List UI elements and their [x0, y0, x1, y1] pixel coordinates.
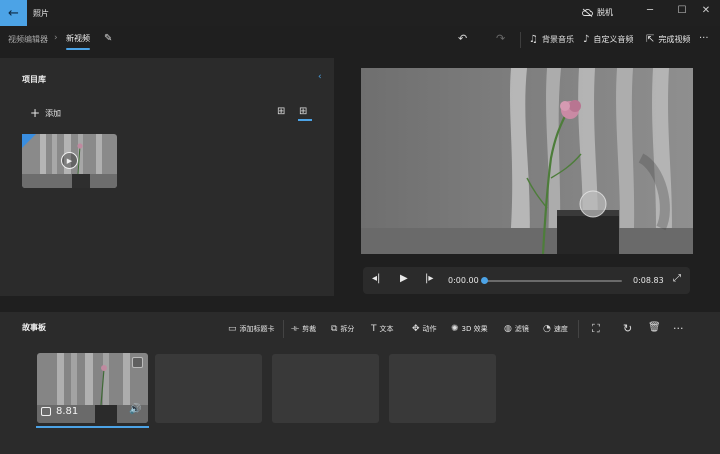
- split-button[interactable]: ⧉ 拆分: [331, 324, 354, 334]
- filters-icon: ◍: [504, 324, 512, 334]
- add-title-card-label: 添加标题卡: [239, 325, 275, 333]
- trim-label: 剪裁: [302, 325, 317, 333]
- arrow-left-icon: ←: [8, 5, 19, 21]
- speed-icon: ◔: [543, 324, 551, 334]
- trim-icon: ⟛: [291, 324, 300, 334]
- plus-icon: +: [30, 106, 41, 120]
- redo-icon[interactable]: ↷: [496, 32, 505, 45]
- text-button[interactable]: T 文本: [371, 324, 394, 334]
- motion-button[interactable]: ✥ 动作: [412, 324, 437, 334]
- minimize-button[interactable]: ─: [634, 0, 666, 20]
- custom-audio-label: 自定义音频: [593, 35, 634, 44]
- speed-label: 速度: [553, 325, 568, 333]
- previous-frame-icon[interactable]: ◂|: [372, 273, 380, 284]
- text-label: 文本: [379, 325, 394, 333]
- motion-icon: ✥: [412, 324, 420, 334]
- title-card-icon: ▭: [228, 324, 237, 334]
- finish-video-button[interactable]: ⇱ 完成视频: [646, 34, 690, 45]
- 3d-effects-button[interactable]: ✺ 3D 效果: [451, 324, 488, 334]
- custom-audio-button[interactable]: ♪ 自定义音频: [583, 34, 633, 45]
- resize-icon[interactable]: ⛶: [592, 322, 600, 336]
- large-grid-view-icon[interactable]: ⊞: [299, 106, 307, 117]
- export-icon: ⇱: [646, 34, 655, 45]
- filters-label: 滤镜: [514, 325, 529, 333]
- small-grid-view-icon[interactable]: ⊞: [277, 106, 285, 117]
- add-title-card-button[interactable]: ▭ 添加标题卡: [228, 324, 275, 334]
- breadcrumb-video-editor[interactable]: 视频编辑器: [8, 34, 48, 45]
- finish-video-label: 完成视频: [658, 35, 691, 44]
- close-button[interactable]: ✕: [690, 0, 720, 20]
- motion-label: 动作: [422, 325, 437, 333]
- toolbar-divider: [578, 320, 579, 338]
- offline-label: 脱机: [597, 8, 613, 17]
- speaker-icon[interactable]: 🔊: [129, 404, 141, 415]
- background-music-label: 背景音乐: [541, 35, 574, 44]
- play-icon[interactable]: ▶: [400, 273, 408, 284]
- music-note-icon: ♫: [529, 34, 538, 45]
- toolbar-divider: [283, 320, 284, 338]
- next-frame-icon[interactable]: |▸: [425, 273, 433, 284]
- storyboard-more-button[interactable]: ···: [673, 322, 684, 335]
- 3d-effects-icon: ✺: [451, 324, 459, 334]
- rotate-icon[interactable]: ↻: [623, 322, 632, 335]
- scrubber-handle[interactable]: [481, 277, 488, 284]
- empty-clip-slot: [272, 354, 379, 423]
- clip-selected-indicator: [36, 426, 149, 428]
- breadcrumb-project-name[interactable]: 新视频: [66, 33, 90, 44]
- play-overlay-icon[interactable]: ▶: [61, 152, 78, 169]
- current-time: 0:00.00: [448, 276, 479, 285]
- speed-button[interactable]: ◔ 速度: [543, 324, 568, 334]
- added-to-project-badge: [22, 134, 36, 148]
- more-options-button[interactable]: ···: [699, 33, 709, 44]
- scrubber-track[interactable]: [484, 280, 622, 282]
- app-title: 照片: [33, 9, 49, 18]
- preview-frame-image: [361, 68, 693, 254]
- clip-select-checkbox[interactable]: [132, 357, 143, 368]
- people-audio-icon: ♪: [583, 34, 590, 45]
- offline-status[interactable]: 脱机: [582, 7, 613, 18]
- clip-duration[interactable]: 8.81: [56, 406, 78, 417]
- breadcrumb-separator: ›: [54, 33, 58, 43]
- split-icon: ⧉: [331, 324, 338, 334]
- cloud-off-icon: [582, 8, 593, 17]
- add-label: 添加: [45, 108, 62, 118]
- background-music-button[interactable]: ♫ 背景音乐: [529, 34, 574, 45]
- view-active-indicator: [298, 119, 312, 121]
- empty-clip-slot: [155, 354, 262, 423]
- filters-button[interactable]: ◍ 滤镜: [504, 324, 529, 334]
- fullscreen-icon[interactable]: ⤢: [673, 273, 681, 284]
- video-preview: [361, 68, 693, 254]
- trim-button[interactable]: ⟛ 剪裁: [291, 324, 316, 334]
- toolbar-divider: [520, 32, 521, 48]
- undo-icon[interactable]: ↶: [458, 32, 467, 45]
- breadcrumb-active-indicator: [66, 48, 90, 50]
- empty-clip-slot: [389, 354, 496, 423]
- text-icon: T: [371, 324, 377, 334]
- library-title: 项目库: [22, 75, 46, 84]
- 3d-effects-label: 3D 效果: [461, 325, 488, 333]
- total-time: 0:08.83: [633, 276, 664, 285]
- add-media-button[interactable]: + 添加: [30, 106, 61, 120]
- rename-pencil-icon[interactable]: ✎: [104, 33, 112, 44]
- duration-icon: [41, 407, 51, 416]
- collapse-chevron-icon[interactable]: ‹: [318, 72, 322, 82]
- delete-icon[interactable]: 🗑: [648, 322, 661, 333]
- split-label: 拆分: [340, 325, 355, 333]
- back-button[interactable]: ←: [0, 0, 27, 26]
- storyboard-title: 故事板: [22, 323, 46, 332]
